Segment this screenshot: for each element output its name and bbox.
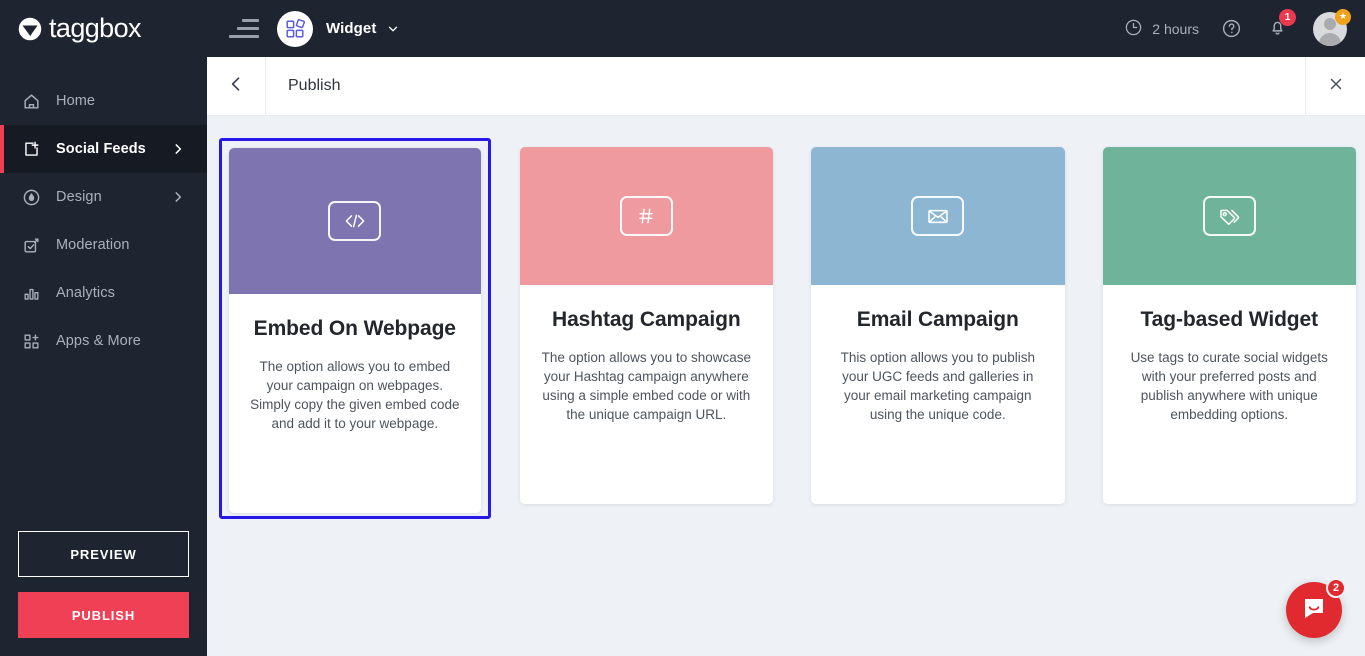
card-description: This option allows you to publish your U… <box>831 348 1044 425</box>
clock-icon <box>1124 18 1143 40</box>
chat-unread-badge: 2 <box>1326 578 1346 598</box>
sidebar: taggbox Home <box>0 0 207 656</box>
sidebar-actions: PREVIEW PUBLISH <box>0 531 207 656</box>
chevron-down-icon <box>386 22 400 36</box>
close-icon <box>1327 75 1345 98</box>
card-body: Embed On Webpage The option allows you t… <box>229 294 481 434</box>
app-root: taggbox Home <box>0 0 1365 656</box>
card[interactable]: Embed On Webpage The option allows you t… <box>229 148 481 513</box>
taggbox-logo-icon <box>16 15 44 43</box>
droplet-icon <box>20 186 42 208</box>
sidebar-item-apps-more[interactable]: Apps & More <box>0 317 207 365</box>
card-body: Tag-based Widget Use tags to curate soci… <box>1103 285 1356 425</box>
moderation-check-icon <box>20 234 42 256</box>
chat-launcher-button[interactable]: 2 <box>1286 582 1342 638</box>
hashtag-icon <box>620 196 673 236</box>
sidebar-item-home[interactable]: Home <box>0 77 207 125</box>
session-hours-label: 2 hours <box>1152 21 1199 37</box>
top-bar: Widget 2 hours <box>207 0 1365 57</box>
help-circle-icon[interactable] <box>1221 18 1242 39</box>
tag-icon <box>1203 196 1256 236</box>
card-title: Hashtag Campaign <box>540 307 753 334</box>
top-bar-actions: 2 hours 1 <box>1124 12 1347 46</box>
analytics-bars-icon <box>20 282 42 304</box>
card[interactable]: Tag-based Widget Use tags to curate soci… <box>1103 147 1356 504</box>
publish-option-hashtag-campaign[interactable]: Hashtag Campaign The option allows you t… <box>511 138 782 519</box>
chat-bubble-icon <box>1300 594 1328 627</box>
code-brackets-icon <box>328 201 381 241</box>
hamburger-menu-icon[interactable] <box>229 18 259 40</box>
chevron-left-icon <box>226 74 246 99</box>
feed-plus-icon <box>20 138 42 160</box>
card-description: The option allows you to embed your camp… <box>249 357 461 434</box>
sidebar-item-label: Analytics <box>56 285 115 301</box>
session-hours[interactable]: 2 hours <box>1124 18 1199 40</box>
brand-name: taggbox <box>49 15 141 42</box>
page-title: Publish <box>266 57 1305 115</box>
publish-option-tag-based-widget[interactable]: Tag-based Widget Use tags to curate soci… <box>1094 138 1365 519</box>
card[interactable]: Email Campaign This option allows you to… <box>811 147 1064 504</box>
chevron-right-icon <box>171 142 185 156</box>
user-avatar[interactable]: ★ <box>1313 12 1347 46</box>
publish-options-list: Embed On Webpage The option allows you t… <box>207 138 1365 519</box>
sidebar-item-social-feeds[interactable]: Social Feeds <box>0 125 207 173</box>
sidebar-item-label: Social Feeds <box>56 141 146 157</box>
sidebar-item-label: Home <box>56 93 95 109</box>
card-hero <box>229 148 481 294</box>
card-description: The option allows you to showcase your H… <box>540 348 753 425</box>
publish-options-content: Embed On Webpage The option allows you t… <box>207 116 1365 656</box>
sidebar-nav: Home Social Feeds <box>0 57 207 365</box>
sidebar-item-design[interactable]: Design <box>0 173 207 221</box>
chevron-right-icon <box>171 190 185 204</box>
main-area: Widget 2 hours <box>207 0 1365 656</box>
preview-button[interactable]: PREVIEW <box>18 531 189 577</box>
sidebar-item-label: Moderation <box>56 237 130 253</box>
card-body: Email Campaign This option allows you to… <box>811 285 1064 425</box>
card-body: Hashtag Campaign The option allows you t… <box>520 285 773 425</box>
brand-logo[interactable]: taggbox <box>0 0 207 57</box>
notifications-button[interactable]: 1 <box>1267 16 1288 42</box>
star-badge-icon: ★ <box>1335 9 1351 25</box>
home-icon <box>20 90 42 112</box>
sidebar-item-label: Apps & More <box>56 333 141 349</box>
card-title: Embed On Webpage <box>249 316 461 343</box>
sidebar-item-analytics[interactable]: Analytics <box>0 269 207 317</box>
envelope-icon <box>911 196 964 236</box>
sidebar-item-moderation[interactable]: Moderation <box>0 221 207 269</box>
card[interactable]: Hashtag Campaign The option allows you t… <box>520 147 773 504</box>
sidebar-item-label: Design <box>56 189 102 205</box>
card-hero <box>1103 147 1356 285</box>
card-title: Tag-based Widget <box>1123 307 1336 334</box>
widget-grid-icon <box>277 11 313 47</box>
card-hero <box>811 147 1064 285</box>
widget-name-label: Widget <box>326 20 376 37</box>
publish-header: Publish <box>207 57 1365 116</box>
notification-badge: 1 <box>1279 9 1296 26</box>
widget-selector[interactable]: Widget <box>277 11 400 47</box>
card-description: Use tags to curate social widgets with y… <box>1123 348 1336 425</box>
publish-button[interactable]: PUBLISH <box>18 592 189 638</box>
publish-option-embed-on-webpage[interactable]: Embed On Webpage The option allows you t… <box>219 138 491 519</box>
back-button[interactable] <box>207 57 266 115</box>
card-hero <box>520 147 773 285</box>
close-button[interactable] <box>1305 57 1365 115</box>
apps-grid-plus-icon <box>20 330 42 352</box>
publish-option-email-campaign[interactable]: Email Campaign This option allows you to… <box>802 138 1073 519</box>
card-title: Email Campaign <box>831 307 1044 334</box>
